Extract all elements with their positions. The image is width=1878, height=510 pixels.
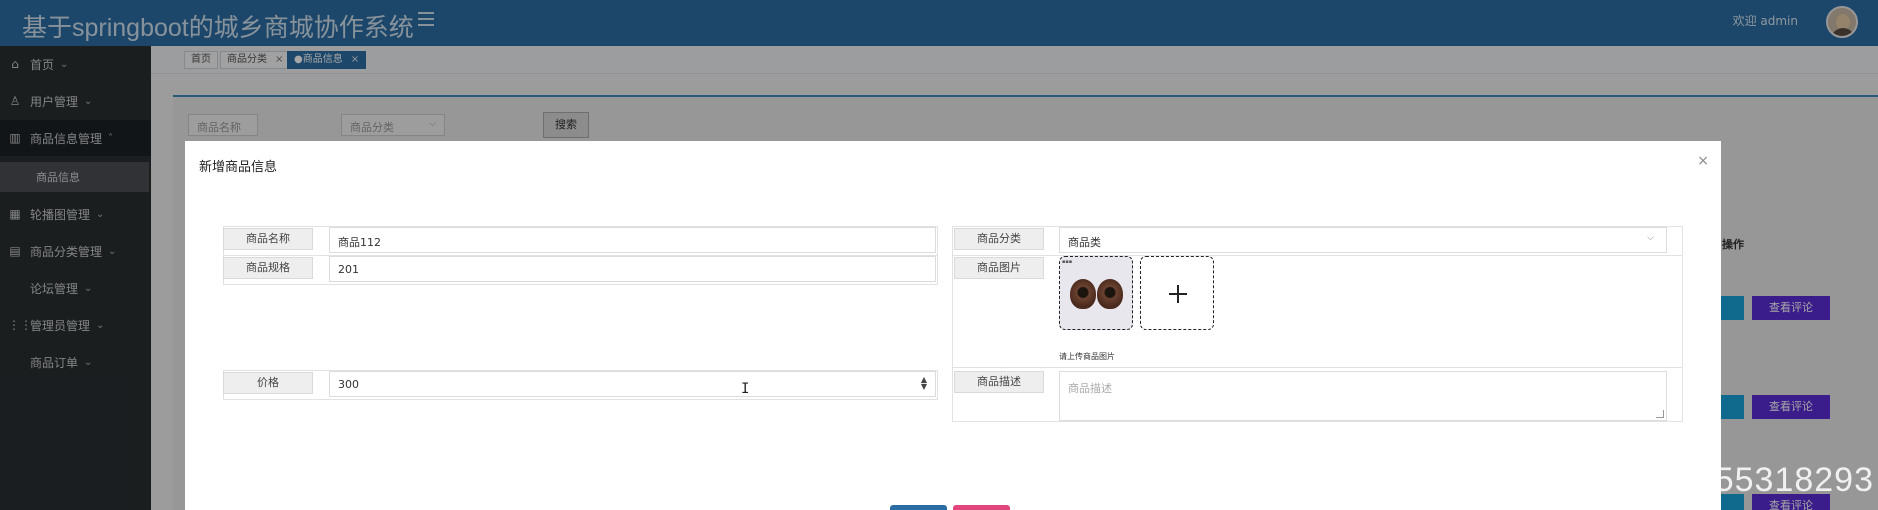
spec-label: 商品规格: [223, 257, 313, 279]
close-icon[interactable]: ×: [1697, 153, 1709, 169]
price-label: 价格: [223, 372, 313, 394]
image-label: 商品图片: [954, 257, 1044, 279]
price-value: 300: [338, 378, 359, 391]
nut-image: [1070, 279, 1096, 309]
description-textarea[interactable]: 商品描述: [1059, 371, 1667, 421]
add-product-modal: 新增商品信息 × 商品名称 商品112 商品规格 201 价格 300 ▲ ▼ 商…: [185, 141, 1721, 510]
description-label: 商品描述: [954, 371, 1044, 393]
name-label: 商品名称: [223, 228, 313, 250]
category-select[interactable]: 商品类 ⌵: [1059, 227, 1667, 253]
category-value: 商品类: [1068, 236, 1101, 249]
modal-title: 新增商品信息: [199, 160, 278, 175]
number-spinner-icon[interactable]: ▲ ▼: [921, 376, 927, 391]
spec-input[interactable]: 201: [329, 256, 936, 282]
upload-image-button[interactable]: [1140, 256, 1214, 330]
plus-icon-stroke: [1177, 285, 1179, 303]
watermark: CSDN @QQ55318293: [1513, 461, 1874, 499]
image-upload-hint: 请上传商品图片: [1059, 352, 1115, 361]
text-cursor-icon: I: [741, 381, 750, 397]
resize-handle-icon[interactable]: [1656, 410, 1664, 418]
price-input[interactable]: 300 ▲ ▼: [329, 371, 936, 397]
image-mark: ▪▪▪: [1062, 259, 1073, 265]
nut-image: [1097, 279, 1123, 309]
description-placeholder: 商品描述: [1068, 382, 1112, 395]
name-input[interactable]: 商品112: [329, 227, 936, 253]
chevron-down-icon: ⌵: [1647, 233, 1654, 243]
product-image-thumbnail[interactable]: ▪▪▪: [1059, 256, 1133, 330]
cancel-button[interactable]: [953, 505, 1010, 510]
submit-button[interactable]: [890, 505, 947, 510]
category-label: 商品分类: [954, 228, 1044, 250]
